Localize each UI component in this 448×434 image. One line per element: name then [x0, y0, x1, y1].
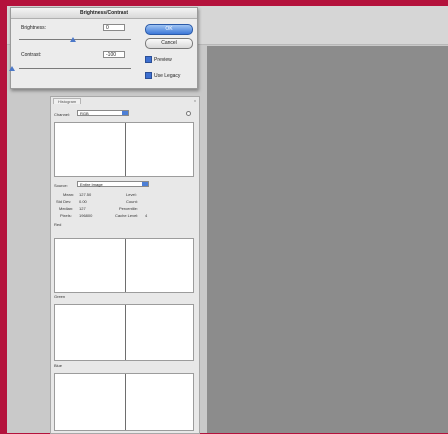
cancel-button[interactable]: Cancel [145, 38, 193, 49]
use-legacy-checkbox[interactable]: Use Legacy [145, 72, 180, 79]
checkbox-checked-icon [145, 72, 152, 79]
contrast-slider-track[interactable] [19, 68, 131, 69]
histogram-red [54, 238, 194, 293]
pixels-value: 196800 [79, 213, 93, 218]
tab-histogram[interactable]: Histogram [53, 98, 82, 104]
histogram-blue [54, 373, 194, 431]
count-label: Count: [126, 199, 138, 204]
chevron-down-icon [122, 111, 128, 115]
ok-button[interactable]: OK [145, 24, 193, 35]
source-label: Source: [54, 183, 68, 188]
stddev-label: Std Dev: [56, 199, 72, 204]
chevron-down-icon [142, 182, 148, 186]
histogram-green [54, 304, 194, 361]
contrast-slider-thumb[interactable] [9, 66, 15, 71]
histogram-spike [125, 123, 126, 176]
channel-label: Channel: [54, 112, 71, 117]
green-channel-label: Green [54, 294, 66, 299]
brightness-label: Brightness: [21, 25, 47, 31]
cache-level-label: Cache Level: [115, 213, 139, 218]
pixels-label: Pixels: [60, 213, 72, 218]
blue-channel-label: Blue [54, 363, 63, 368]
histogram-panel: Histogram x Channel: RGB Source: Entire … [50, 96, 200, 434]
red-channel-label: Red [54, 222, 62, 227]
median-label: Median: [59, 206, 74, 211]
preview-checkbox[interactable]: Preview [145, 56, 172, 63]
use-legacy-label: Use Legacy [154, 72, 181, 79]
mean-value: 127.50 [79, 192, 92, 197]
percentile-label: Percentile: [119, 206, 138, 211]
brightness-contrast-dialog: Brightness/Contrast Brightness: 0 Contra… [9, 7, 198, 89]
preview-label: Preview [154, 56, 172, 63]
refresh-icon[interactable] [186, 111, 191, 116]
brightness-input[interactable]: 0 [103, 24, 125, 31]
source-value: Entire Image [80, 182, 103, 187]
stddev-value: 0.00 [79, 199, 87, 204]
cache-level-value: 4 [145, 213, 148, 218]
checkbox-checked-icon [145, 56, 152, 63]
contrast-input[interactable]: -100 [103, 51, 125, 58]
level-label: Level: [126, 192, 137, 197]
mean-label: Mean: [63, 192, 75, 197]
panel-close-icon[interactable]: x [194, 98, 196, 103]
histogram-spike [125, 374, 126, 430]
histogram-composite [54, 122, 194, 177]
channel-value: RGB [80, 111, 89, 116]
source-select[interactable]: Entire Image [77, 181, 149, 187]
dialog-title: Brightness/Contrast [11, 8, 197, 19]
histogram-spike [125, 239, 126, 292]
channel-select[interactable]: RGB [77, 110, 129, 116]
document-canvas[interactable] [207, 46, 448, 433]
contrast-label: Contrast: [21, 52, 42, 58]
brightness-slider-thumb[interactable] [70, 37, 76, 42]
histogram-spike [125, 305, 126, 360]
median-value: 127 [79, 206, 86, 211]
